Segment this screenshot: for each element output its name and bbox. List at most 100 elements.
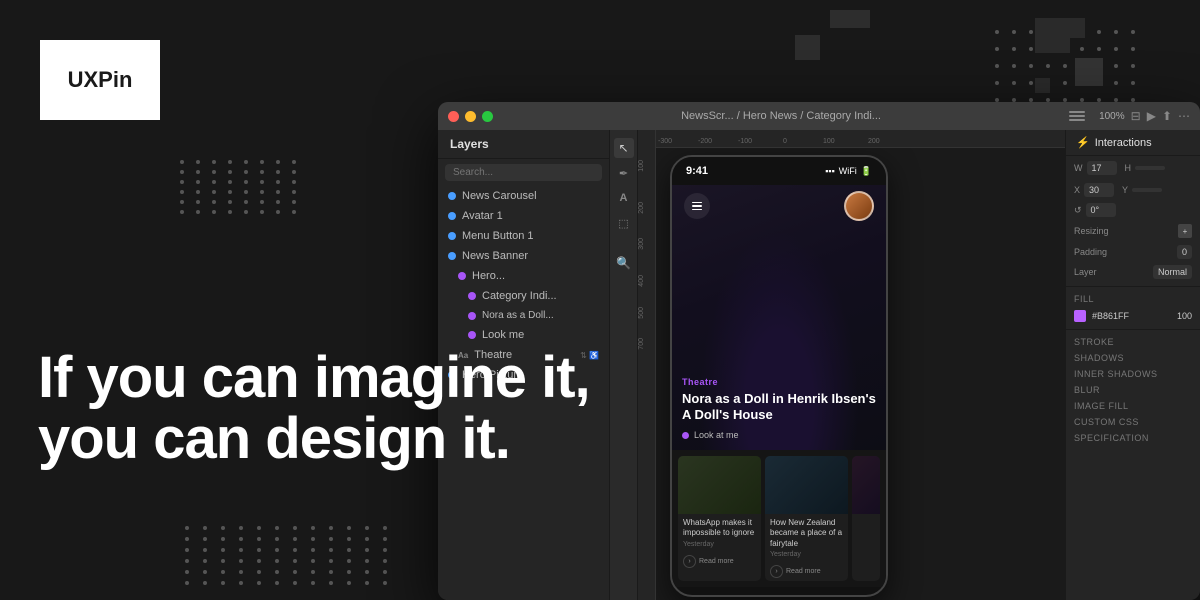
prop-h-input[interactable] [1135,166,1165,170]
hero-text: Theatre Nora as a Doll in Henrik Ibsen's… [682,377,876,441]
tool-pen[interactable]: ✒ [614,163,634,183]
play-icon[interactable]: ▶ [1147,109,1156,123]
phone-mockup: 9:41 ▪▪▪ WiFi 🔋 [670,155,888,597]
prop-y-input[interactable] [1132,188,1162,192]
layer-name: Avatar 1 [462,210,503,222]
hero-area: Theatre Nora as a Doll in Henrik Ibsen's… [672,185,886,450]
prop-x-label: X [1074,185,1080,195]
specification-label: SPECIFICATION [1066,430,1200,446]
interactions-tab[interactable]: ⚡ Interactions [1066,130,1200,156]
layer-item-menu-button[interactable]: Menu Button 1 [438,226,609,246]
inner-shadows-label: INNER SHADOWS [1066,366,1200,382]
layer-select[interactable]: Normal [1153,265,1192,279]
prop-padding: Padding 0 [1066,242,1200,262]
layer-item-category[interactable]: Category Indi... [438,286,609,306]
cta-text: Look at me [694,430,739,440]
prop-xy: X 30 Y [1066,180,1200,200]
padding-input[interactable]: 0 [1177,245,1192,259]
prop-layer: Layer Normal [1066,262,1200,282]
ruler-vertical: 100 200 300 400 500 700 [638,130,656,600]
prop-angle-input[interactable]: 0° [1086,203,1116,217]
traffic-light-yellow[interactable] [465,111,476,122]
phone-time: 9:41 [686,165,708,177]
phone-nav [672,191,886,221]
menu-button[interactable] [684,193,710,219]
prop-wh: W 17 H [1066,156,1200,180]
hero-category: Theatre [682,377,876,387]
layer-dot-purple [458,272,466,280]
fill-row[interactable]: #B861FF 100 [1066,307,1200,325]
layers-header: Layers [438,130,609,159]
layer-item-news-carousel[interactable]: News Carousel [438,186,609,206]
tool-text[interactable]: A [614,188,634,208]
more-icon[interactable]: ⋯ [1178,109,1190,123]
left-toolbar: ↖ ✒ A ⬚ 🔍 [610,130,638,600]
news-card-meta-1: Yesterday [683,541,756,548]
layer-dot-blue4 [448,252,456,260]
toolbar-zoom: 100% [1099,111,1125,122]
layer-item-news-banner[interactable]: News Banner [438,246,609,266]
blur-label: BLUR [1066,382,1200,398]
share-icon[interactable]: ⬆ [1162,109,1172,123]
traffic-light-green[interactable] [482,111,493,122]
right-panel: ⚡ Interactions W 17 H X 30 Y ↺ 0° R [1065,130,1200,600]
logo-text: UXPin [68,67,133,93]
phone-status-icons: ▪▪▪ WiFi 🔋 [825,166,872,177]
layer-name: News Banner [462,250,528,262]
readmore-2[interactable]: › Read more [765,562,848,581]
layer-name: Menu Button 1 [462,230,534,242]
toolbar-icon-1[interactable] [1069,111,1085,122]
image-fill-label: IMAGE FILL [1066,398,1200,414]
traffic-light-red[interactable] [448,111,459,122]
tool-zoom[interactable]: 🔍 [614,253,634,273]
resizing-label: Resizing [1074,226,1109,236]
prop-h-label: H [1125,163,1132,173]
layer-dot-text2 [468,331,476,339]
news-card-2[interactable]: How New Zealand became a place of a fair… [765,456,848,581]
hero-title: Nora as a Doll in Henrik Ibsen's A Doll'… [682,391,876,424]
layer-dot-blue3 [448,232,456,240]
news-card-1[interactable]: WhatsApp makes it impossible to ignore Y… [678,456,761,581]
deco-dots-left [180,160,302,214]
angle-icon: ↺ [1074,205,1082,216]
device-icon[interactable]: ⊟ [1131,109,1141,123]
layers-search[interactable] [445,164,602,181]
layer-name: News Carousel [462,190,537,202]
breadcrumb: NewsScr... / Hero News / Category Indi..… [681,110,881,122]
layer-item-hero[interactable]: Hero... [438,266,609,286]
news-card-img-2 [765,456,848,514]
resizing-btn[interactable]: + [1178,224,1192,238]
shadows-label: SHADOWS [1066,350,1200,366]
layer-dot-blue [448,192,456,200]
headline: If you can imagine it, you can design it… [38,348,590,470]
fill-color-value: #B861FF [1092,311,1129,321]
layer-dot-purple2 [468,292,476,300]
news-card-img-3 [852,456,880,514]
ruler-horizontal: -300 -200 -100 0 100 200 [638,130,1065,148]
layer-label: Layer [1074,267,1097,277]
prop-x-input[interactable]: 30 [1084,183,1114,197]
layer-item-look[interactable]: Look me [438,325,609,345]
readmore-1[interactable]: › Read more [678,552,761,571]
divider-2 [1066,329,1200,330]
news-cards: WhatsApp makes it impossible to ignore Y… [672,450,886,587]
prop-y-label: Y [1122,185,1128,195]
canvas-area[interactable]: -300 -200 -100 0 100 200 100 200 300 400… [638,130,1065,600]
layer-name: Nora as a Doll... [482,310,554,321]
prop-w-label: W [1074,163,1083,173]
lightning-icon: ⚡ [1076,136,1090,149]
layer-name: Look me [482,329,524,341]
tool-cursor[interactable]: ↖ [614,138,634,158]
custom-css-label: CUSTOM CSS [1066,414,1200,430]
cta-dot [682,432,689,439]
hero-cta[interactable]: Look at me [682,430,876,440]
layer-name: Hero... [472,270,505,282]
tab-label: Interactions [1095,137,1152,149]
layer-item-nora[interactable]: Nora as a Doll... [438,306,609,325]
news-card-img-1 [678,456,761,514]
news-card-3[interactable] [852,456,880,581]
tool-shape[interactable]: ⬚ [614,213,634,233]
deco-dots-bottom-left [185,526,394,585]
layer-item-avatar[interactable]: Avatar 1 [438,206,609,226]
prop-w-input[interactable]: 17 [1087,161,1117,175]
